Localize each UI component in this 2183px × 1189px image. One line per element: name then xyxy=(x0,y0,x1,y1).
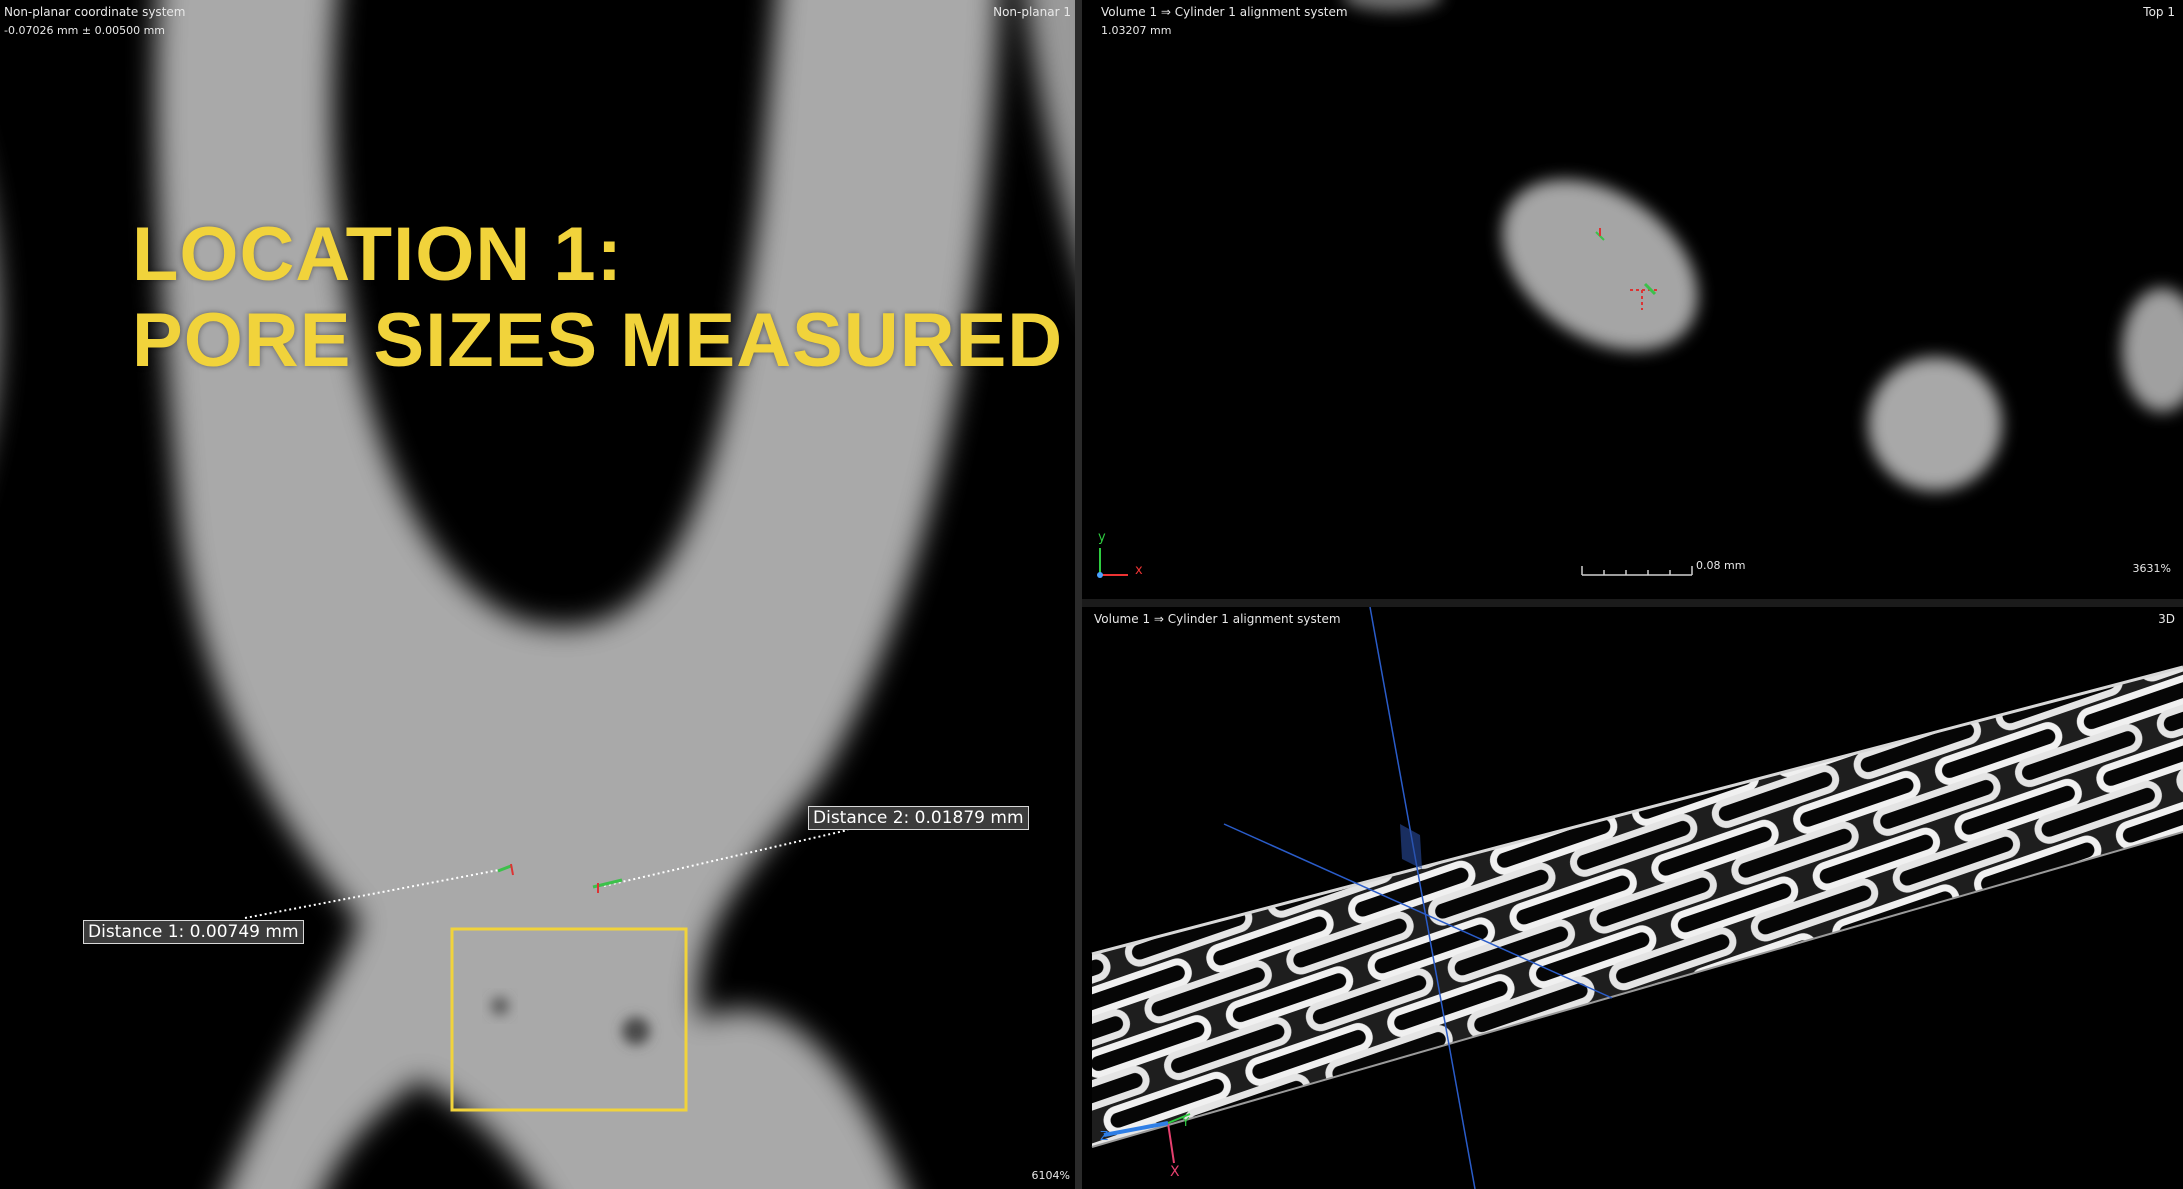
value-readout: -0.07026 mm ± 0.00500 mm xyxy=(4,24,166,37)
distance2-label[interactable]: Distance 2: 0.01879 mm xyxy=(808,806,1029,830)
non-planar-view[interactable]: Non-planar coordinate system -0.07026 mm… xyxy=(0,0,1075,1189)
horizontal-splitter[interactable] xyxy=(1082,599,2183,607)
stent-3d-render xyxy=(1082,607,2183,1189)
view-title: Volume 1 ⇒ Cylinder 1 alignment system xyxy=(1094,612,1341,626)
slice-image xyxy=(0,0,1075,1189)
location-title-line2: PORE SIZES MEASURED xyxy=(132,298,1064,383)
3d-view[interactable]: Volume 1 ⇒ Cylinder 1 alignment system 3… xyxy=(1082,607,2183,1189)
location-title-line1: LOCATION 1: xyxy=(132,212,623,297)
axis-x-label: x xyxy=(1135,563,1143,578)
axis-x-label: X xyxy=(1170,1164,1180,1180)
coordinate-system-label: Non-planar coordinate system xyxy=(4,5,186,19)
view-title: Volume 1 ⇒ Cylinder 1 alignment system xyxy=(1101,5,1348,19)
axis-y-label: y xyxy=(1098,530,1106,545)
top-slice-image xyxy=(1082,0,2183,599)
axis-z-label: Z xyxy=(1100,1129,1109,1143)
view-name: 3D xyxy=(2158,612,2175,626)
view-name: Top 1 xyxy=(2143,5,2175,19)
top-view[interactable]: Volume 1 ⇒ Cylinder 1 alignment system 1… xyxy=(1082,0,2183,599)
scale-label: 0.08 mm xyxy=(1696,559,1746,572)
zoom-level: 6104% xyxy=(1031,1169,1070,1182)
distance1-label[interactable]: Distance 1: 0.00749 mm xyxy=(83,920,304,944)
view-name: Non-planar 1 xyxy=(993,5,1071,19)
vertical-splitter[interactable] xyxy=(1075,0,1082,1189)
value-readout: 1.03207 mm xyxy=(1101,24,1172,37)
zoom-level: 3631% xyxy=(2132,562,2171,575)
axis-y-label: Y xyxy=(1182,1115,1190,1129)
